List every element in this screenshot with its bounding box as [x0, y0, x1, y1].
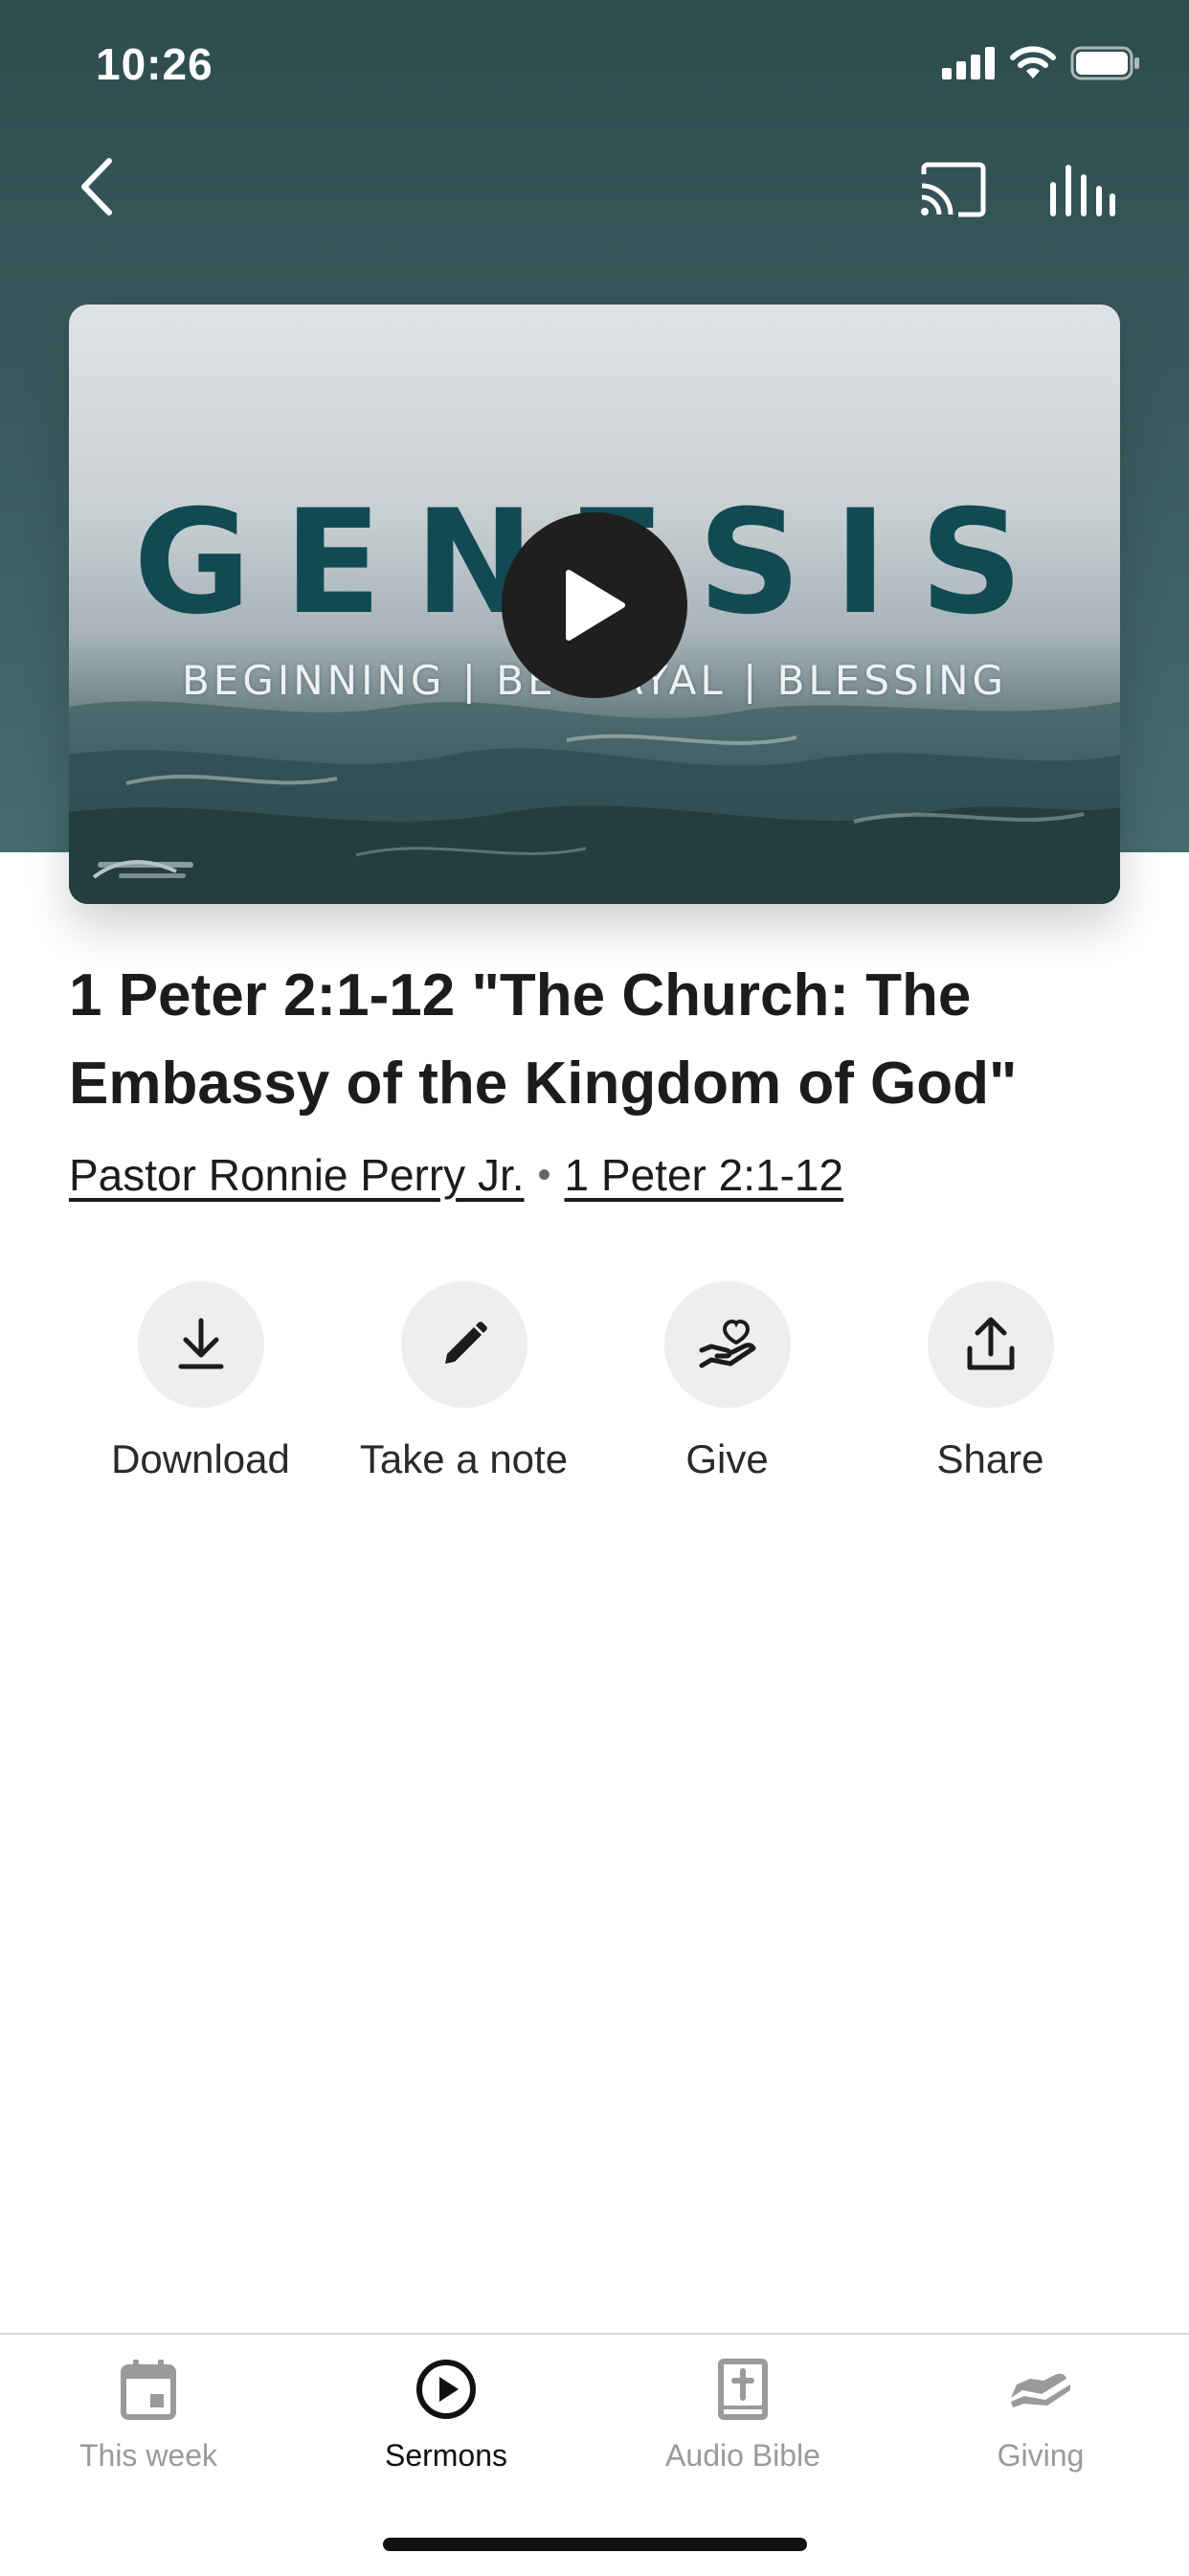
tab-label-giving: Giving: [997, 2438, 1085, 2473]
tab-this-week[interactable]: This week: [0, 2358, 297, 2474]
tab-giving[interactable]: Giving: [892, 2358, 1189, 2474]
status-icons: [942, 46, 1141, 80]
action-row: Download Take a note Give Share: [69, 1281, 1122, 1502]
status-bar: 10:26: [0, 0, 1189, 134]
share-circle: [927, 1281, 1054, 1408]
share-button[interactable]: Share: [859, 1281, 1122, 1482]
give-label: Give: [685, 1436, 769, 1481]
download-label: Download: [111, 1436, 290, 1481]
audio-bars-icon: [1050, 165, 1115, 216]
take-note-label: Take a note: [359, 1436, 569, 1481]
give-button[interactable]: Give: [595, 1281, 859, 1482]
play-button[interactable]: [502, 512, 687, 698]
wifi-icon: [1010, 46, 1056, 79]
status-time: 10:26: [96, 39, 213, 89]
home-indicator: [383, 2538, 807, 2551]
cast-button[interactable]: [909, 151, 996, 228]
tab-label-this-week: This week: [79, 2438, 218, 2473]
take-note-circle: [400, 1281, 527, 1408]
chevron-left-icon: [81, 158, 112, 215]
share-icon: [967, 1317, 1014, 1370]
play-icon: [566, 570, 625, 641]
meta-separator: •: [537, 1153, 551, 1196]
take-note-button[interactable]: Take a note: [332, 1281, 595, 1482]
church-logo-icon: [92, 860, 193, 879]
sermon-meta: Pastor Ronnie Perry Jr. • 1 Peter 2:1-12: [69, 1149, 1122, 1201]
tab-label-sermons: Sermons: [384, 2438, 508, 2473]
download-button[interactable]: Download: [69, 1281, 332, 1482]
cast-icon: [921, 162, 986, 217]
sermon-title: 1 Peter 2:1-12 "The Church: The Embassy …: [69, 962, 1018, 1117]
bible-icon: [718, 2359, 768, 2420]
pencil-icon: [444, 1322, 487, 1364]
share-label: Share: [936, 1436, 1044, 1481]
tab-label-audio-bible: Audio Bible: [665, 2438, 820, 2473]
heart-hand-icon: [699, 1319, 755, 1368]
download-icon: [178, 1318, 223, 1369]
calendar-icon: [121, 2360, 176, 2420]
battery-icon: [1070, 46, 1139, 80]
tab-sermons[interactable]: Sermons: [298, 2358, 594, 2474]
play-circle-icon: [416, 2360, 476, 2419]
scripture-link[interactable]: 1 Peter 2:1-12: [565, 1149, 844, 1201]
giving-hand-icon: [1011, 2373, 1070, 2407]
give-circle: [663, 1281, 791, 1408]
speaker-link[interactable]: Pastor Ronnie Perry Jr.: [69, 1149, 525, 1201]
audio-mode-button[interactable]: [1039, 151, 1125, 228]
tab-audio-bible[interactable]: Audio Bible: [594, 2358, 891, 2474]
download-circle: [137, 1281, 264, 1408]
back-button[interactable]: [57, 148, 134, 225]
cellular-signal-icon: [942, 47, 995, 79]
